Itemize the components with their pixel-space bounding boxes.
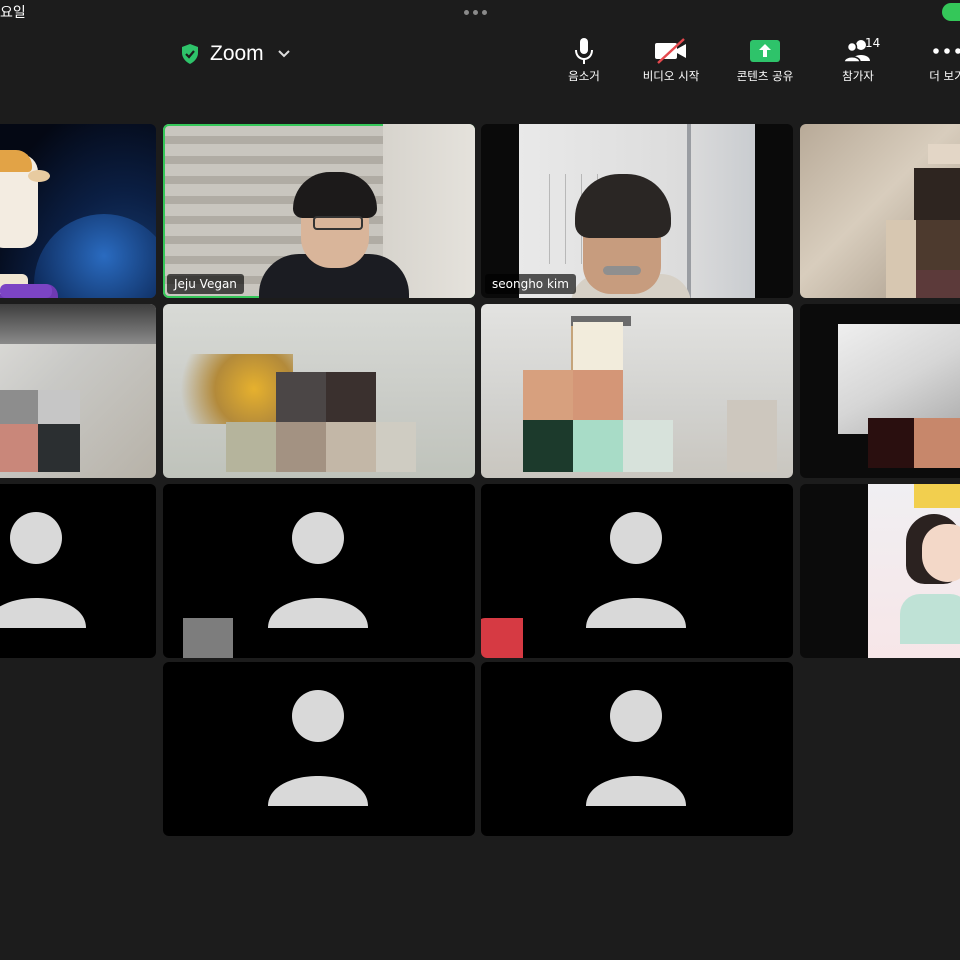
participants-button[interactable]: 14 참가자 [813, 36, 903, 84]
pixel-block [886, 220, 916, 298]
character-hoodie [0, 284, 52, 298]
pixel-block [163, 354, 293, 424]
character-ear [28, 170, 50, 182]
pixel-block [276, 372, 326, 422]
video-tile-seongho-kim[interactable]: seongho kim [481, 124, 793, 298]
share-content-label: 콘텐츠 공유 [736, 69, 794, 83]
video-tile-blurred-7[interactable] [481, 304, 793, 478]
video-tile-blurred-8[interactable] [800, 304, 960, 478]
meeting-title-dropdown[interactable]: Zoom [180, 42, 290, 66]
start-video-button[interactable]: 비디오 시작 [626, 36, 716, 84]
pixel-block [868, 418, 914, 468]
more-label: 더 보기 [929, 69, 960, 83]
video-tile-blurred-4[interactable] [800, 124, 960, 298]
glasses [313, 216, 363, 230]
pixel-block [914, 168, 960, 220]
pixel-block [38, 424, 80, 472]
participant-avatar-icon [268, 512, 368, 628]
pixel-block [183, 618, 233, 658]
video-tile-illustration[interactable] [800, 484, 960, 658]
participants-count-badge: 14 [865, 36, 881, 50]
pixel-block [523, 420, 573, 472]
status-time: 요일 [0, 5, 26, 21]
video-off-icon [626, 36, 716, 66]
more-dots-icon [902, 36, 960, 66]
pixel-block [481, 618, 523, 658]
person-hair [293, 172, 377, 218]
mustache [603, 266, 641, 275]
mute-button[interactable]: 음소거 [539, 36, 629, 84]
pixel-block [914, 484, 960, 508]
pixel-block [914, 270, 960, 298]
pixel-block [623, 420, 673, 472]
pixel-block [523, 370, 573, 420]
share-content-button[interactable]: 콘텐츠 공유 [720, 36, 810, 84]
pixel-block [0, 390, 38, 424]
pixel-block [326, 372, 376, 422]
battery-icon [942, 3, 960, 21]
meeting-title: Zoom [210, 42, 264, 65]
pixel-block [914, 418, 960, 468]
pixel-block [276, 422, 326, 472]
video-tile-video-off-4[interactable] [163, 662, 475, 836]
chevron-down-icon [277, 46, 290, 62]
pixel-block [0, 424, 38, 472]
pixel-block [573, 370, 623, 420]
door-edge [687, 124, 691, 298]
pixel-block [0, 304, 156, 344]
video-tile-video-off-1[interactable] [0, 484, 156, 658]
more-button[interactable]: 더 보기 [902, 36, 960, 84]
video-tile-video-off-2[interactable] [163, 484, 475, 658]
start-video-label: 비디오 시작 [642, 69, 700, 83]
video-tile-blurred-5[interactable] [0, 304, 156, 478]
video-tile-blurred-6[interactable] [163, 304, 475, 478]
pixel-block [326, 422, 376, 472]
pixel-block [226, 422, 276, 472]
participant-name-tag: seongho kim [485, 274, 576, 294]
pixel-block [376, 422, 416, 472]
participant-avatar-icon [586, 690, 686, 806]
participant-avatar-icon [0, 512, 86, 628]
participant-name-tag: Jeju Vegan [167, 274, 244, 294]
video-tile-active-speaker[interactable]: Jeju Vegan [163, 124, 475, 298]
multitasking-dots-icon[interactable] [464, 10, 487, 15]
video-tile-video-off-3[interactable] [481, 484, 793, 658]
pixel-block [727, 400, 777, 472]
participant-avatar-icon [268, 690, 368, 806]
pixel-block [573, 420, 623, 472]
participants-icon [813, 36, 903, 66]
pixel-block [573, 322, 623, 370]
pixel-block [928, 144, 960, 164]
pixel-block [38, 390, 80, 424]
illustration-face [922, 524, 960, 582]
mute-label: 음소거 [568, 69, 600, 83]
participant-avatar-icon [586, 512, 686, 628]
share-screen-icon [720, 36, 810, 66]
pixel-block [914, 220, 960, 270]
character-hair [0, 150, 32, 172]
microphone-icon [539, 36, 629, 66]
shield-check-icon [182, 44, 198, 64]
video-tile-video-off-5[interactable] [481, 662, 793, 836]
illustration-dress [900, 594, 960, 644]
video-tile-avatar-character[interactable] [0, 124, 156, 298]
participants-label: 참가자 [842, 69, 874, 83]
